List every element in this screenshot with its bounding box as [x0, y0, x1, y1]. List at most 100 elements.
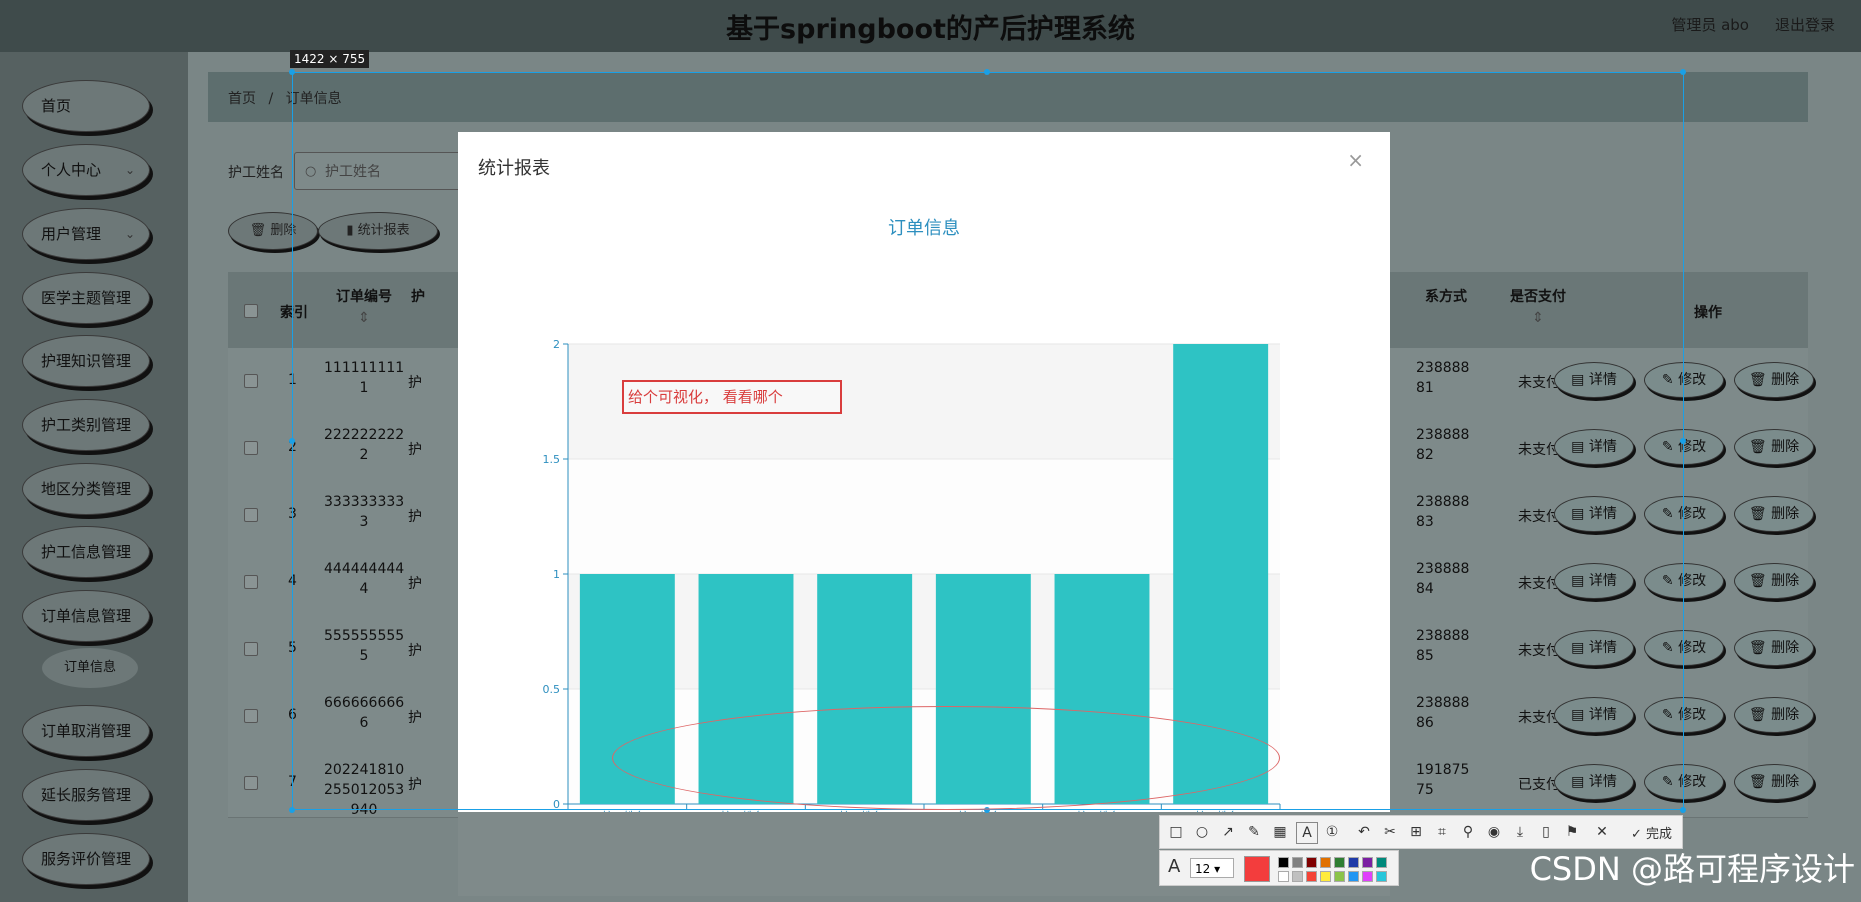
sidebar-item-nursing-knowledge[interactable]: 护理知识管理: [22, 335, 150, 387]
color-swatch[interactable]: [1292, 857, 1303, 868]
arrow-tool-icon[interactable]: ↗: [1218, 822, 1238, 842]
row-checkbox[interactable]: [244, 441, 258, 455]
sidebar-item-order-cancel[interactable]: 订单取消管理: [22, 705, 150, 757]
color-swatch[interactable]: [1320, 871, 1331, 882]
delete-row-button[interactable]: 🗑 删除: [1734, 630, 1814, 666]
text-annotation[interactable]: 给个可视化， 看看哪个: [622, 380, 842, 414]
row-checkbox[interactable]: [244, 508, 258, 522]
row-checkbox[interactable]: [244, 709, 258, 723]
rectangle-tool-icon[interactable]: □: [1166, 822, 1186, 842]
resize-handle[interactable]: [289, 438, 295, 444]
trash-icon: 🗑: [1748, 506, 1772, 522]
top-bar: 基于springboot的产后护理系统 管理员 abo 退出登录: [0, 0, 1861, 52]
delete-row-button[interactable]: 🗑 删除: [1734, 697, 1814, 733]
delete-row-button[interactable]: 🗑 删除: [1734, 496, 1814, 532]
trash-icon: 🗑: [1748, 640, 1772, 656]
trash-icon: 🗑: [1748, 707, 1772, 723]
download-icon[interactable]: ⤓: [1510, 822, 1530, 842]
color-swatch[interactable]: [1306, 857, 1317, 868]
color-swatch[interactable]: [1376, 871, 1387, 882]
bookmark-icon[interactable]: ⚑: [1562, 822, 1582, 842]
row-checkbox[interactable]: [244, 374, 258, 388]
trash-icon: 🗑: [1748, 573, 1772, 589]
breadcrumb-home[interactable]: 首页: [228, 91, 256, 107]
current-color-swatch[interactable]: [1244, 856, 1270, 882]
current-user: 管理员 abo: [1671, 16, 1749, 34]
font-size-select[interactable]: 12 ▾: [1190, 858, 1234, 878]
resize-handle[interactable]: [984, 69, 990, 75]
color-swatch[interactable]: [1320, 857, 1331, 868]
resize-handle[interactable]: [1680, 69, 1686, 75]
text-tool-icon[interactable]: A: [1296, 822, 1318, 844]
delete-row-button[interactable]: 🗑 删除: [1734, 429, 1814, 465]
color-swatch[interactable]: [1334, 871, 1345, 882]
row-checkbox[interactable]: [244, 575, 258, 589]
ellipse-tool-icon[interactable]: ○: [1192, 822, 1212, 842]
sidebar-item-label: 订单信息管理: [41, 607, 132, 625]
sidebar-item-users[interactable]: 用户管理 ⌄: [22, 208, 150, 260]
sidebar: 首页 个人中心 ⌄ 用户管理 ⌄ 医学主题管理 护理知识管理 护工类别管理 地区分类…: [0, 52, 188, 902]
chevron-down-icon: ⌄: [124, 227, 135, 241]
breadcrumb-separator: /: [268, 91, 274, 107]
sidebar-subitem-order-info[interactable]: 订单信息: [42, 648, 138, 688]
delete-row-button[interactable]: 🗑 删除: [1734, 563, 1814, 599]
sidebar-item-label: 护工信息管理: [41, 543, 132, 561]
resize-handle[interactable]: [1680, 807, 1686, 813]
sidebar-item-label: 医学主题管理: [41, 289, 132, 307]
watermark: CSDN @路可程序设计: [1529, 850, 1855, 888]
sidebar-item-regions[interactable]: 地区分类管理: [22, 463, 150, 515]
row-checkbox[interactable]: [244, 642, 258, 656]
selection-size-label: 1422 × 755: [290, 50, 370, 68]
sidebar-item-medical-topics[interactable]: 医学主题管理: [22, 272, 150, 324]
color-swatch[interactable]: [1348, 857, 1359, 868]
row-checkbox[interactable]: [244, 776, 258, 790]
sidebar-item-label: 护理知识管理: [41, 352, 132, 370]
phone-icon[interactable]: ▯: [1536, 822, 1556, 842]
ellipse-annotation[interactable]: [612, 706, 1280, 810]
ocr-icon[interactable]: ⊞: [1406, 822, 1426, 842]
done-button[interactable]: ✓ 完成: [1631, 823, 1672, 842]
color-swatch[interactable]: [1348, 871, 1359, 882]
sidebar-item-orders[interactable]: 订单信息管理: [22, 590, 150, 642]
logout-link[interactable]: 退出登录: [1775, 14, 1835, 35]
sidebar-item-home[interactable]: 首页: [22, 80, 150, 132]
close-icon[interactable]: ✕: [1592, 822, 1612, 842]
number-tool-icon[interactable]: ①: [1322, 822, 1342, 842]
sidebar-item-label: 地区分类管理: [41, 480, 132, 498]
color-swatch[interactable]: [1278, 871, 1289, 882]
sidebar-item-nurse-info[interactable]: 护工信息管理: [22, 526, 150, 578]
delete-row-button[interactable]: 🗑 删除: [1734, 764, 1814, 800]
record-icon[interactable]: ◉: [1484, 822, 1504, 842]
color-swatch[interactable]: [1278, 857, 1289, 868]
trash-icon: 🗑: [1748, 439, 1772, 455]
text-style-bar: A 12 ▾: [1159, 850, 1399, 886]
undo-icon[interactable]: ↶: [1354, 822, 1374, 842]
sidebar-item-label: 服务评价管理: [41, 850, 132, 868]
resize-handle[interactable]: [1680, 438, 1686, 444]
mosaic-tool-icon[interactable]: ▦: [1270, 822, 1290, 842]
selection-frame[interactable]: [292, 72, 1684, 810]
font-icon: A: [1168, 856, 1181, 877]
sidebar-item-profile[interactable]: 个人中心 ⌄: [22, 144, 150, 196]
sidebar-item-service-review[interactable]: 服务评价管理: [22, 833, 150, 885]
delete-row-button[interactable]: 🗑 删除: [1734, 362, 1814, 398]
color-swatch[interactable]: [1376, 857, 1387, 868]
select-all-checkbox[interactable]: [244, 304, 258, 318]
pin-icon[interactable]: ⚲: [1458, 822, 1478, 842]
chevron-down-icon: ⌄: [124, 163, 135, 177]
app-title: 基于springboot的产后护理系统: [726, 14, 1135, 45]
crop-icon[interactable]: ✂: [1380, 822, 1400, 842]
sidebar-item-nurse-categories[interactable]: 护工类别管理: [22, 399, 150, 451]
resize-handle[interactable]: [289, 69, 295, 75]
resize-handle[interactable]: [289, 807, 295, 813]
trash-icon: 🗑: [1748, 372, 1772, 388]
sidebar-item-label: 护工类别管理: [41, 416, 132, 434]
color-swatch[interactable]: [1362, 871, 1373, 882]
color-swatch[interactable]: [1334, 857, 1345, 868]
color-swatch[interactable]: [1306, 871, 1317, 882]
pen-tool-icon[interactable]: ✎: [1244, 822, 1264, 842]
color-swatch[interactable]: [1362, 857, 1373, 868]
sidebar-item-extend-service[interactable]: 延长服务管理: [22, 769, 150, 821]
scan-icon[interactable]: ⌗: [1432, 822, 1452, 842]
color-swatch[interactable]: [1292, 871, 1303, 882]
